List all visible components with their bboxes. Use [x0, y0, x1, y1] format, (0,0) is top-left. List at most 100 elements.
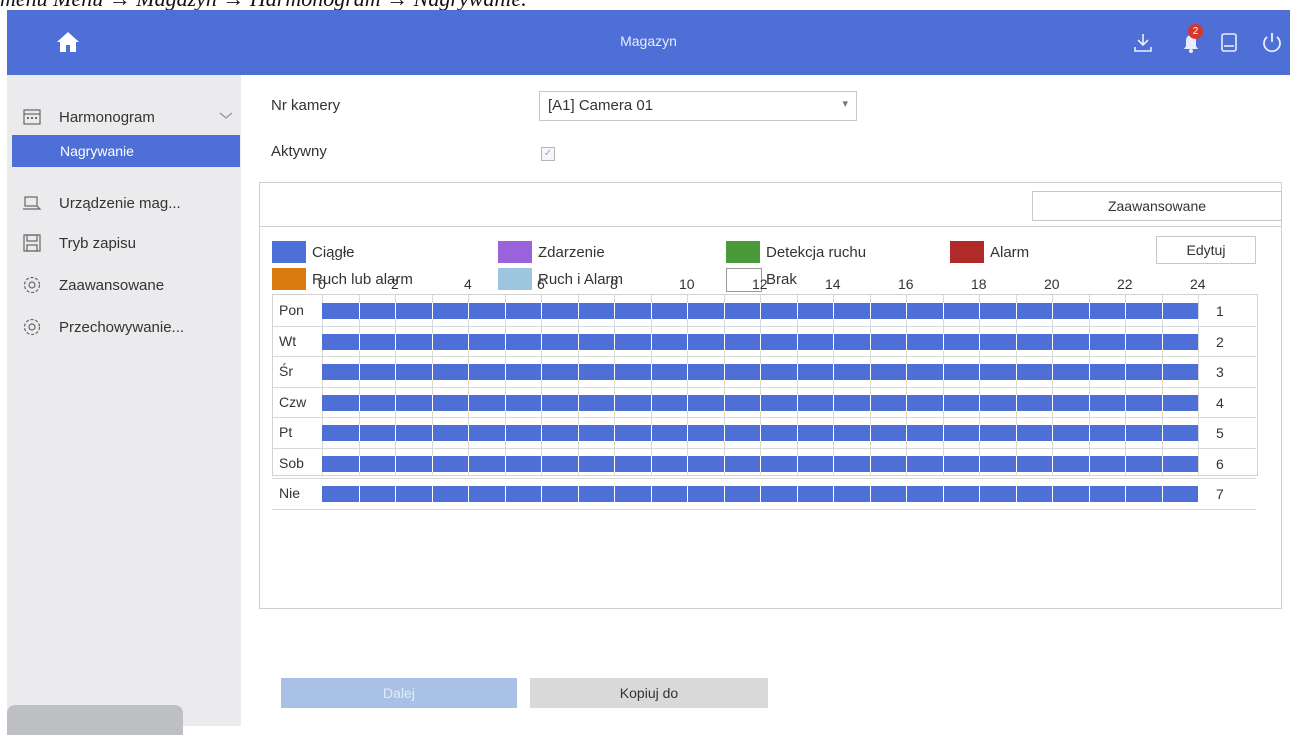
next-button[interactable]: Dalej: [281, 678, 517, 708]
bar-divider: [723, 394, 725, 411]
bar-divider: [468, 303, 469, 319]
bar-divider: [1015, 333, 1017, 350]
bar-divider: [541, 333, 542, 350]
legend-swatch: [272, 268, 306, 290]
legend-swatch: [498, 241, 532, 263]
advanced-button[interactable]: Zaawansowane: [1032, 191, 1282, 221]
bar-divider: [760, 303, 761, 319]
bar-divider: [395, 425, 396, 441]
bar-divider: [1052, 364, 1053, 380]
bar-divider: [1015, 394, 1017, 411]
hour-label: 24: [1190, 276, 1206, 292]
bar-divider: [614, 394, 615, 411]
sidebar-item-label: Urządzenie mag...: [59, 195, 181, 212]
bar-divider: [760, 333, 761, 350]
legend-swatch: [498, 268, 532, 290]
bar-divider: [1125, 303, 1126, 319]
bar-divider: [687, 486, 688, 502]
schedule-grid[interactable]: [272, 294, 1258, 476]
bar-divider: [1015, 455, 1017, 472]
bar-divider: [687, 303, 688, 319]
bar-divider: [1052, 303, 1053, 319]
bar-divider: [1052, 455, 1053, 472]
bar-divider: [979, 364, 980, 380]
bar-divider: [1052, 333, 1053, 350]
bar-divider: [468, 333, 469, 350]
bar-divider: [1088, 364, 1090, 380]
row-number: 4: [1216, 394, 1224, 411]
bar-divider: [1088, 303, 1090, 319]
bar-divider: [1088, 394, 1090, 411]
camera-select[interactable]: [A1] Camera 01 ▾: [539, 91, 857, 121]
bar-divider: [614, 425, 615, 441]
bar-divider: [942, 364, 944, 380]
bar-divider: [1052, 486, 1053, 502]
notifications[interactable]: 2: [1176, 24, 1206, 58]
hdd-icon: [23, 196, 42, 210]
download-icon[interactable]: [1128, 28, 1158, 58]
edit-button[interactable]: Edytuj: [1156, 236, 1256, 264]
bar-divider: [760, 455, 761, 472]
bar-divider: [614, 364, 615, 380]
enabled-label: Aktywny: [271, 143, 327, 160]
bar-divider: [1125, 455, 1126, 472]
bar-divider: [723, 303, 725, 319]
bar-divider: [1052, 425, 1053, 441]
day-label: Sob: [279, 454, 304, 471]
sidebar-item-retention[interactable]: Przechowywanie...: [7, 309, 241, 345]
bar-divider: [906, 455, 907, 472]
grid-row-line: [272, 325, 1256, 327]
notification-badge: 2: [1188, 24, 1203, 39]
sidebar-item-advanced[interactable]: Zaawansowane: [7, 267, 241, 303]
bar-divider: [906, 333, 907, 350]
bar-divider: [796, 303, 798, 319]
sidebar-bottom-tab[interactable]: [7, 705, 183, 735]
enabled-checkbox[interactable]: ✓: [541, 147, 555, 161]
bar-divider: [833, 486, 834, 502]
bar-divider: [979, 394, 980, 411]
bar-divider: [1088, 486, 1090, 502]
bar-divider: [869, 333, 871, 350]
bar-divider: [1015, 364, 1017, 380]
bar-divider: [395, 486, 396, 502]
bar-divider: [1125, 425, 1126, 441]
bar-divider: [1161, 486, 1163, 502]
bar-divider: [1161, 364, 1163, 380]
bar-divider: [577, 364, 579, 380]
row-number: 7: [1216, 486, 1224, 502]
legend-swatch: [950, 241, 984, 263]
bar-divider: [395, 333, 396, 350]
sidebar-item-recording[interactable]: Nagrywanie: [12, 135, 240, 167]
bar-divider: [869, 455, 871, 472]
bar-divider: [1088, 333, 1090, 350]
bar-divider: [1125, 486, 1126, 502]
hour-label: 10: [679, 276, 695, 292]
bar-divider: [431, 333, 433, 350]
bar-divider: [468, 394, 469, 411]
day-label: Pon: [279, 302, 304, 318]
power-icon[interactable]: [1257, 28, 1287, 58]
bar-divider: [1088, 455, 1090, 472]
bar-divider: [979, 486, 980, 502]
bar-divider: [431, 394, 433, 411]
bar-divider: [650, 333, 652, 350]
bar-divider: [577, 425, 579, 441]
bar-divider: [723, 364, 725, 380]
bar-divider: [468, 455, 469, 472]
bar-divider: [833, 425, 834, 441]
bar-divider: [869, 303, 871, 319]
sidebar-item-record-mode[interactable]: Tryb zapisu: [7, 225, 241, 261]
sidebar-item-schedule[interactable]: Harmonogram: [7, 99, 241, 135]
sidebar-item-storage-device[interactable]: Urządzenie mag...: [7, 185, 241, 221]
grid-row-line: [272, 356, 1256, 357]
copy-to-button[interactable]: Kopiuj do: [530, 678, 768, 708]
bar-divider: [723, 455, 725, 472]
bar-divider: [979, 425, 980, 441]
storage-icon[interactable]: [1214, 28, 1244, 58]
bar-divider: [869, 364, 871, 380]
bar-divider: [504, 455, 506, 472]
bar-divider: [760, 394, 761, 411]
hour-label: 6: [537, 276, 545, 292]
bar-divider: [504, 394, 506, 411]
bar-divider: [577, 394, 579, 411]
